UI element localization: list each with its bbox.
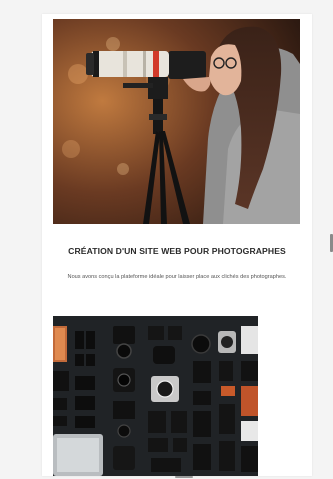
card-title: CRÉATION D'UN SITE WEB POUR PHOTOGRAPHES <box>68 246 286 256</box>
bottom-handle[interactable] <box>175 476 193 478</box>
card-description: Nous avons conçu la plateforme idéale po… <box>67 274 287 280</box>
content-page: CRÉATION D'UN SITE WEB POUR PHOTOGRAPHES… <box>42 14 312 476</box>
photographer-with-camera-image <box>53 19 300 224</box>
camera-gear-flatlay-image <box>53 316 258 476</box>
